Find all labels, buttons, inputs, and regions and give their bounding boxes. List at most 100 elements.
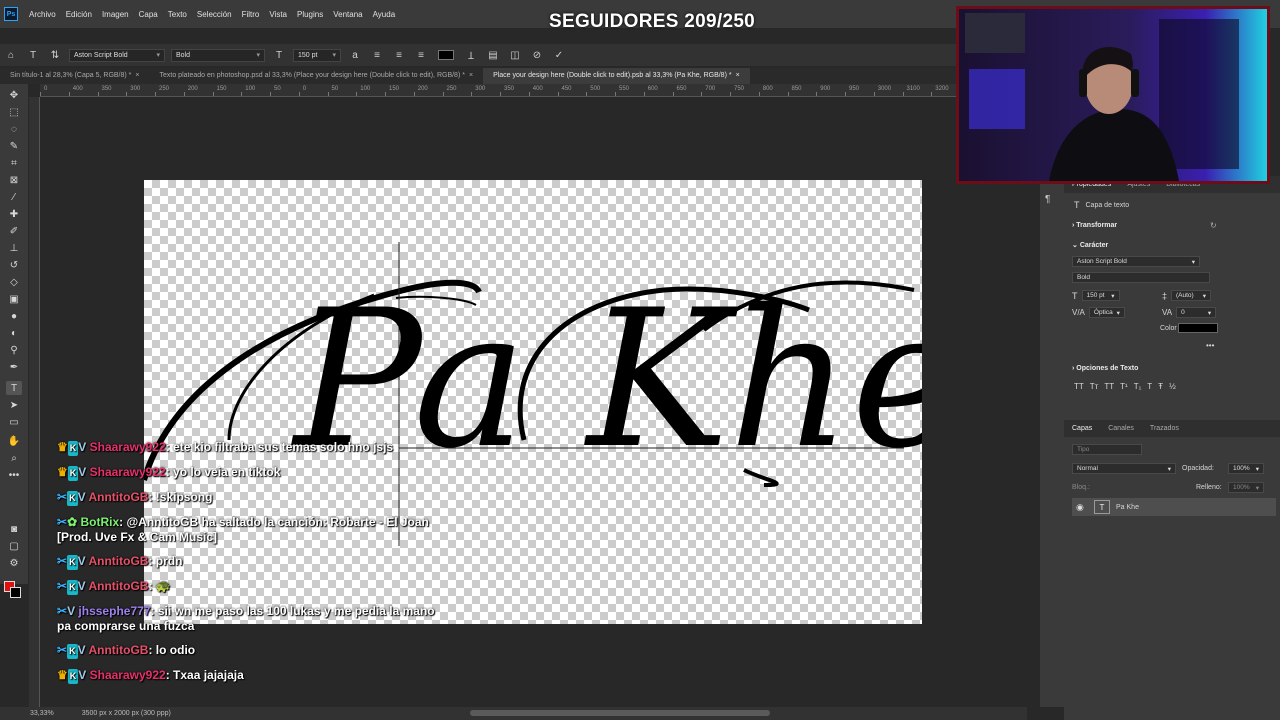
- text-color-swatch[interactable]: [438, 50, 454, 60]
- crown-badge-icon: ♛: [57, 465, 68, 479]
- hand-tool-icon[interactable]: ✋: [6, 434, 22, 448]
- gradient-tool-icon[interactable]: ▣: [6, 292, 22, 306]
- brush-panel-icon[interactable]: ¶: [1045, 194, 1050, 205]
- screen-mode-icon[interactable]: ▢: [6, 539, 22, 553]
- layer-row[interactable]: ◉ T Pa Khe: [1072, 498, 1276, 516]
- text-tool-preset-icon[interactable]: T: [26, 48, 40, 62]
- tracking-dropdown[interactable]: 0 ▾: [1176, 307, 1217, 318]
- menu-plugins[interactable]: Plugins: [292, 10, 328, 19]
- marquee-tool-icon[interactable]: ⬚: [6, 105, 22, 119]
- crop-tool-icon[interactable]: ⌗: [6, 156, 22, 170]
- transform-section[interactable]: › Transformar: [1072, 222, 1117, 229]
- quick-select-tool-icon[interactable]: ✎: [6, 139, 22, 153]
- layer-name[interactable]: Pa Khe: [1116, 504, 1139, 511]
- menu-edicion[interactable]: Edición: [61, 10, 97, 19]
- type-tool-icon[interactable]: T: [6, 381, 22, 395]
- lasso-tool-icon[interactable]: ◌: [6, 122, 22, 136]
- subscript-icon[interactable]: T₁: [1134, 382, 1142, 391]
- menu-texto[interactable]: Texto: [163, 10, 192, 19]
- menu-ventana[interactable]: Ventana: [328, 10, 367, 19]
- kerning-dropdown[interactable]: Óptica ▾: [1088, 307, 1125, 318]
- zoom-tool-icon[interactable]: ⌕: [6, 451, 22, 465]
- 3d-icon[interactable]: ◫: [508, 48, 522, 62]
- character-section[interactable]: ⌄ Carácter: [1072, 241, 1108, 249]
- warp-text-icon[interactable]: Ʇ: [464, 48, 478, 62]
- reset-icon[interactable]: ↻: [1210, 221, 1217, 230]
- panel-font-size-dropdown[interactable]: 150 pt ▾: [1081, 290, 1120, 301]
- chat-message: ✂ K V AnntitoGB: !skipsong: [57, 490, 213, 506]
- dodge-tool-icon[interactable]: ◐: [6, 326, 22, 340]
- align-center-icon[interactable]: ≡: [392, 48, 406, 62]
- fill-input[interactable]: 100% ▾: [1228, 482, 1264, 493]
- quick-mask-icon[interactable]: ◙: [6, 522, 22, 536]
- frame-tool-icon[interactable]: ⊠: [6, 173, 22, 187]
- font-family-dropdown[interactable]: Aston Script Bold ▾: [69, 48, 165, 62]
- underline-icon[interactable]: T: [1147, 382, 1152, 391]
- all-caps-icon[interactable]: TT: [1104, 382, 1114, 391]
- text-orientation-icon[interactable]: ⇅: [48, 48, 62, 62]
- menu-imagen[interactable]: Imagen: [97, 10, 134, 19]
- healing-brush-tool-icon[interactable]: ✚: [6, 207, 22, 221]
- edit-toolbar-icon[interactable]: ⚙: [6, 556, 22, 570]
- faux-italic-icon[interactable]: Tт: [1090, 382, 1099, 391]
- zoom-level[interactable]: 33,33%: [30, 710, 54, 717]
- menu-seleccion[interactable]: Selección: [192, 10, 237, 19]
- antialias-icon[interactable]: a: [348, 48, 362, 62]
- close-icon[interactable]: ×: [736, 72, 740, 79]
- fraction-icon[interactable]: ½: [1169, 382, 1176, 391]
- menu-archivo[interactable]: Archivo: [24, 10, 61, 19]
- layer-filter-input[interactable]: Tipo: [1072, 444, 1142, 455]
- commit-check-icon[interactable]: ✓: [552, 48, 566, 62]
- dodge-tool-icon[interactable]: ⚲: [6, 343, 22, 357]
- tab-canales[interactable]: Canales: [1100, 425, 1142, 432]
- leading-dropdown[interactable]: (Auto) ▾: [1171, 290, 1212, 301]
- font-size-dropdown[interactable]: 150 pt ▾: [293, 48, 341, 62]
- tab-capas[interactable]: Capas: [1064, 425, 1100, 432]
- eyedropper-tool-icon[interactable]: ⁄: [6, 190, 22, 204]
- font-style-dropdown[interactable]: Bold ▾: [171, 48, 265, 62]
- rectangle-tool-icon[interactable]: ▭: [6, 415, 22, 429]
- ruler-vertical[interactable]: [29, 97, 40, 707]
- eye-icon[interactable]: ◉: [1076, 502, 1084, 513]
- cancel-icon[interactable]: ⊘: [530, 48, 544, 62]
- tab-texto-plateado[interactable]: Texto plateado en photoshop.psd al 33,3%…: [150, 68, 484, 84]
- ruler-tick-label: 550: [619, 86, 630, 92]
- close-icon[interactable]: ×: [135, 72, 139, 79]
- document-info[interactable]: 3500 px x 2000 px (300 ppp): [82, 710, 171, 717]
- menu-filtro[interactable]: Filtro: [237, 10, 265, 19]
- pen-tool-icon[interactable]: ✒: [6, 360, 22, 374]
- superscript-icon[interactable]: T¹: [1120, 382, 1128, 391]
- menu-vista[interactable]: Vista: [264, 10, 292, 19]
- horizontal-scrollbar[interactable]: [470, 710, 770, 716]
- menu-capa[interactable]: Capa: [134, 10, 163, 19]
- menu-ayuda[interactable]: Ayuda: [368, 10, 401, 19]
- align-left-icon[interactable]: ≡: [370, 48, 384, 62]
- ruler-horizontal[interactable]: 0 400 350 300 250 200 150 100 50 0 50 100 150 200 250 3…: [40, 84, 960, 97]
- more-tools-icon[interactable]: •••: [6, 468, 22, 482]
- background-color-swatch[interactable]: [10, 587, 21, 598]
- move-tool-icon[interactable]: ✥: [6, 88, 22, 102]
- align-right-icon[interactable]: ≡: [414, 48, 428, 62]
- tab-trazados[interactable]: Trazados: [1142, 425, 1187, 432]
- brush-tool-icon[interactable]: ✐: [6, 224, 22, 238]
- ruler-tick-label: 700: [705, 86, 716, 92]
- panel-font-family-dropdown[interactable]: Aston Script Bold ▾: [1072, 256, 1200, 267]
- tab-place-your-design[interactable]: Place your design here (Double click to …: [483, 68, 750, 84]
- tab-sin-titulo[interactable]: Sin título-1 al 28,3% (Capa 5, RGB/8) * ×: [0, 68, 150, 84]
- eraser-tool-icon[interactable]: ◇: [6, 275, 22, 289]
- close-icon[interactable]: ×: [469, 72, 473, 79]
- path-selection-tool-icon[interactable]: ➤: [6, 398, 22, 412]
- home-icon[interactable]: ⌂: [4, 48, 18, 62]
- blend-mode-dropdown[interactable]: Normal ▾: [1072, 463, 1176, 474]
- strikethrough-icon[interactable]: Ŧ: [1158, 382, 1163, 391]
- more-options-icon[interactable]: •••: [1206, 341, 1214, 350]
- history-brush-tool-icon[interactable]: ↺: [6, 258, 22, 272]
- faux-bold-icon[interactable]: TT: [1074, 382, 1084, 391]
- panel-font-style-dropdown[interactable]: Bold: [1072, 272, 1210, 283]
- opacity-input[interactable]: 100% ▾: [1228, 463, 1264, 474]
- blur-tool-icon[interactable]: ●: [6, 309, 22, 323]
- text-color-swatch[interactable]: [1178, 323, 1218, 333]
- stamp-tool-icon[interactable]: ⊥: [6, 241, 22, 255]
- text-options-section[interactable]: › Opciones de Texto: [1072, 365, 1138, 372]
- character-panel-icon[interactable]: ▤: [486, 48, 500, 62]
